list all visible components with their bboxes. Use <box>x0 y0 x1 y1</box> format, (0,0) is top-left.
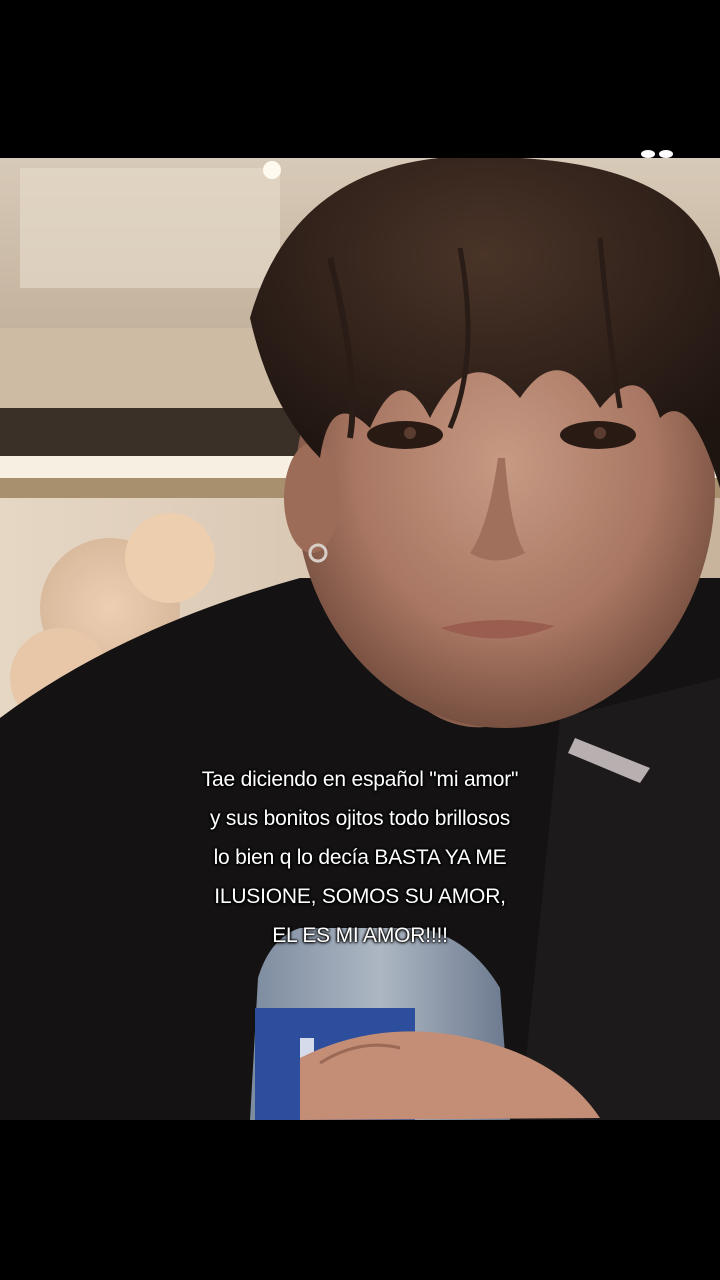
letterbox-bottom <box>0 1120 720 1280</box>
caption-line: y sus bonitos ojitos todo brillosos <box>210 807 510 830</box>
top-corner-dots-icon <box>641 150 673 158</box>
caption-line: EL ES MI AMOR!!!! <box>272 924 448 947</box>
video-frame-icon <box>0 158 720 1120</box>
video-frame[interactable] <box>0 158 720 1120</box>
caption-line: ILUSIONE, SOMOS SU AMOR, <box>214 885 506 908</box>
caption-line: Tae diciendo en español "mi amor" <box>201 768 519 791</box>
caption-line: lo bien q lo decía BASTA YA ME <box>213 846 507 869</box>
video-caption: Tae diciendo en español "mi amor" y sus … <box>110 760 610 955</box>
letterbox-top <box>0 0 720 158</box>
